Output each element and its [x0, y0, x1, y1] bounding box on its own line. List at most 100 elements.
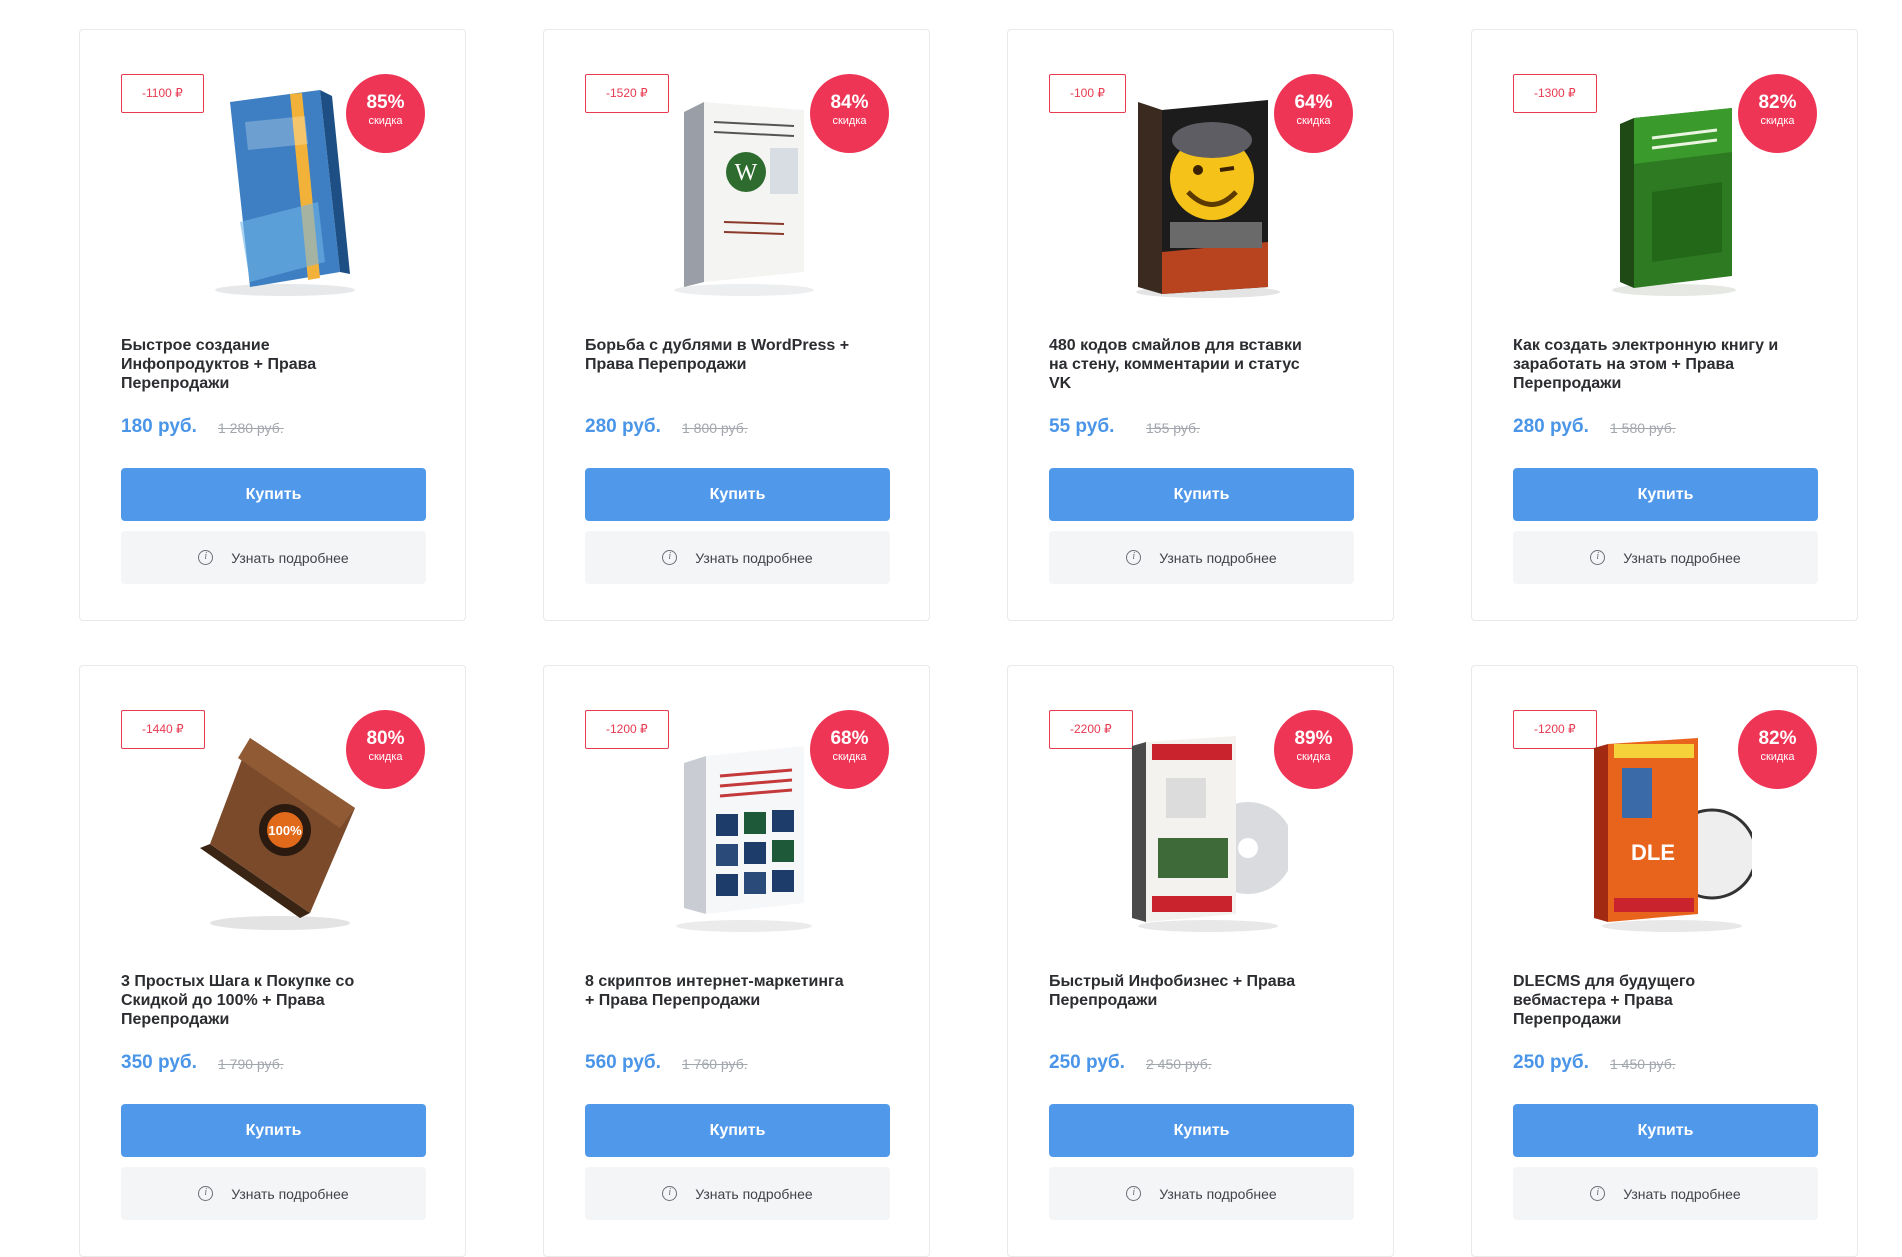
more-info-label: Узнать подробнее [1623, 549, 1741, 566]
smiley-box-icon[interactable] [1118, 82, 1288, 300]
more-info-label: Узнать подробнее [1159, 549, 1277, 566]
discount-percent: 82% [1758, 728, 1797, 749]
discount-badge: 82% скидка [1738, 74, 1817, 153]
product-price: 180 руб. [121, 416, 197, 437]
more-info-button[interactable]: i Узнать подробнее [121, 531, 426, 584]
more-info-label: Узнать подробнее [1159, 1185, 1277, 1202]
old-price: 155 руб. [1146, 420, 1200, 436]
buy-button[interactable]: Купить [1513, 468, 1818, 521]
discount-percent: 84% [830, 92, 869, 113]
product-title[interactable]: Быстрое создание Инфопродуктов + Права П… [121, 336, 391, 393]
old-price: 2 450 руб. [1146, 1056, 1212, 1072]
product-title[interactable]: 8 скриптов интернет-маркетинга + Права П… [585, 972, 855, 1010]
info-icon: i [198, 1186, 214, 1201]
discount-percent: 80% [366, 728, 405, 749]
product-title[interactable]: 3 Простых Шага к Покупке со Скидкой до 1… [121, 972, 391, 1029]
info-icon: i [198, 550, 214, 565]
product-card: -1520 ₽ W 84% скидка Борьба с дублями в … [543, 29, 930, 621]
buy-button[interactable]: Купить [1513, 1104, 1818, 1157]
product-title[interactable]: Как создать электронную книгу и заработа… [1513, 336, 1783, 393]
discount-badge: 68% скидка [810, 710, 889, 789]
saving-tag: -100 ₽ [1049, 74, 1126, 113]
old-price: 1 760 руб. [682, 1056, 748, 1072]
discount-badge: 64% скидка [1274, 74, 1353, 153]
discount-label: скидка [1760, 115, 1795, 127]
brown-book-icon[interactable]: 100% [190, 718, 360, 936]
product-card: -1200 ₽ DLE 82% скидка DLECMS для будуще… [1471, 665, 1858, 1257]
ebook-blue-cover-icon[interactable] [190, 82, 360, 300]
product-card: -1100 ₽ 85% скидка Быстрое создание Инфо… [79, 29, 466, 621]
product-price: 350 руб. [121, 1052, 197, 1073]
product-title[interactable]: Борьба с дублями в WordPress + Права Пер… [585, 336, 855, 374]
product-price: 250 руб. [1049, 1052, 1125, 1073]
discount-percent: 64% [1294, 92, 1333, 113]
old-price: 1 800 руб. [682, 420, 748, 436]
old-price: 1 790 руб. [218, 1056, 284, 1072]
product-card: -100 ₽ 64% скидка 480 кодов смайлов для … [1007, 29, 1394, 621]
product-title[interactable]: DLECMS для будущего вебмастера + Права П… [1513, 972, 1783, 1029]
discount-badge: 80% скидка [346, 710, 425, 789]
discount-badge: 82% скидка [1738, 710, 1817, 789]
buy-button[interactable]: Купить [121, 1104, 426, 1157]
discount-badge: 84% скидка [810, 74, 889, 153]
software-box-icon[interactable]: W [654, 82, 824, 300]
product-title[interactable]: 480 кодов смайлов для вставки на стену, … [1049, 336, 1319, 393]
green-ebook-icon[interactable] [1582, 82, 1752, 300]
product-card: -1300 ₽ 82% скидка Как создать электронн… [1471, 29, 1858, 621]
discount-label: скидка [1296, 115, 1331, 127]
info-icon: i [662, 1186, 678, 1201]
old-price: 1 580 руб. [1610, 420, 1676, 436]
discount-percent: 85% [366, 92, 405, 113]
discount-percent: 68% [830, 728, 869, 749]
product-title[interactable]: Быстрый Инфобизнес + Права Перепродажи [1049, 972, 1319, 1010]
info-icon: i [1126, 1186, 1142, 1201]
svg-text:100%: 100% [268, 823, 302, 838]
discount-badge: 85% скидка [346, 74, 425, 153]
scripts-box-icon[interactable] [654, 718, 824, 936]
discount-label: скидка [368, 115, 403, 127]
svg-text:DLE: DLE [1631, 840, 1675, 865]
product-price: 250 руб. [1513, 1052, 1589, 1073]
product-price: 280 руб. [585, 416, 661, 437]
discount-label: скидка [1296, 751, 1331, 763]
more-info-button[interactable]: i Узнать подробнее [1513, 1167, 1818, 1220]
more-info-label: Узнать подробнее [1623, 1185, 1741, 1202]
more-info-button[interactable]: i Узнать подробнее [1513, 531, 1818, 584]
product-price: 280 руб. [1513, 416, 1589, 437]
svg-text:W: W [735, 160, 758, 186]
product-card: -2200 ₽ 89% скидка Быстрый Инфобизнес + … [1007, 665, 1394, 1257]
discount-percent: 89% [1294, 728, 1333, 749]
dvd-box-icon[interactable] [1118, 718, 1288, 936]
old-price: 1 280 руб. [218, 420, 284, 436]
buy-button[interactable]: Купить [1049, 468, 1354, 521]
buy-button[interactable]: Купить [121, 468, 426, 521]
info-icon: i [1590, 550, 1606, 565]
product-card: -1440 ₽ 100% 80% скидка 3 Простых Шага к… [79, 665, 466, 1257]
discount-label: скидка [368, 751, 403, 763]
more-info-button[interactable]: i Узнать подробнее [1049, 531, 1354, 584]
more-info-label: Узнать подробнее [231, 1185, 349, 1202]
product-price: 55 руб. [1049, 416, 1115, 437]
info-icon: i [1126, 550, 1142, 565]
discount-label: скидка [1760, 751, 1795, 763]
discount-label: скидка [832, 751, 867, 763]
product-card: -1200 ₽ 68% скидка 8 скриптов интернет-м… [543, 665, 930, 1257]
dlecms-dvd-icon[interactable]: DLE [1582, 718, 1752, 936]
more-info-button[interactable]: i Узнать подробнее [121, 1167, 426, 1220]
more-info-label: Узнать подробнее [695, 549, 813, 566]
more-info-button[interactable]: i Узнать подробнее [585, 1167, 890, 1220]
more-info-button[interactable]: i Узнать подробнее [1049, 1167, 1354, 1220]
buy-button[interactable]: Купить [585, 468, 890, 521]
product-price: 560 руб. [585, 1052, 661, 1073]
buy-button[interactable]: Купить [585, 1104, 890, 1157]
discount-percent: 82% [1758, 92, 1797, 113]
old-price: 1 450 руб. [1610, 1056, 1676, 1072]
info-icon: i [1590, 1186, 1606, 1201]
product-grid: -1100 ₽ 85% скидка Быстрое создание Инфо… [79, 29, 1858, 1257]
more-info-label: Узнать подробнее [231, 549, 349, 566]
info-icon: i [662, 550, 678, 565]
discount-label: скидка [832, 115, 867, 127]
more-info-button[interactable]: i Узнать подробнее [585, 531, 890, 584]
buy-button[interactable]: Купить [1049, 1104, 1354, 1157]
discount-badge: 89% скидка [1274, 710, 1353, 789]
